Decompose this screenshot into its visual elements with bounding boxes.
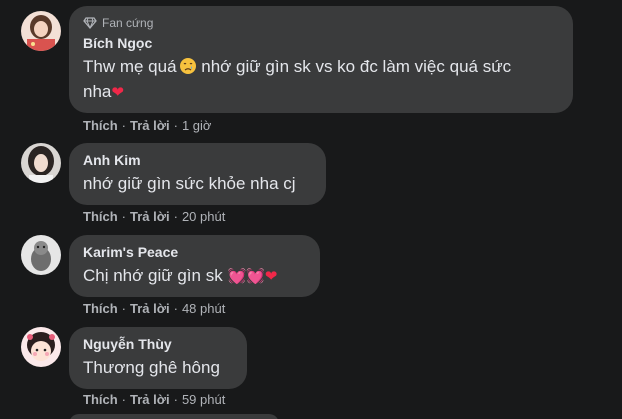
like-button[interactable]: Thích: [83, 209, 118, 224]
separator: ·: [121, 301, 127, 316]
separator: ·: [173, 209, 178, 224]
badge-label: Fan cứng: [102, 16, 154, 30]
reply-button[interactable]: Trả lời: [130, 301, 170, 316]
separator: ·: [121, 118, 127, 133]
timestamp[interactable]: 48 phút: [182, 301, 225, 316]
comment-text: Thw mẹ quá nhớ giữ gìn sk vs ko đc làm v…: [83, 57, 512, 101]
separator: ·: [121, 392, 127, 407]
hearts-emoji: 💓💓❤: [227, 268, 278, 285]
comments-panel: Fan cứng Bích Ngọc Thw mẹ quá nhớ giữ gì…: [0, 0, 622, 419]
comment-bubble: Anh Kim nhớ giữ gìn sức khỏe nha cj: [69, 143, 326, 205]
timestamp[interactable]: 20 phút: [182, 209, 225, 224]
like-button[interactable]: Thích: [83, 392, 118, 407]
separator: ·: [173, 392, 178, 407]
comment-author[interactable]: Bích Ngọc: [83, 34, 559, 52]
reply-button[interactable]: Trả lời: [130, 209, 170, 224]
timestamp[interactable]: 1 giờ: [182, 118, 212, 133]
separator: ·: [173, 301, 178, 316]
comment-bubble: Karim's Peace Chị nhớ giữ gìn sk 💓💓❤: [69, 235, 320, 297]
reply-button[interactable]: Trả lời: [130, 118, 170, 133]
comment-text: nhớ giữ gìn sức khỏe nha cj: [83, 174, 296, 193]
like-button[interactable]: Thích: [83, 118, 118, 133]
comment-actions: Thích · Trả lời · 59 phút: [83, 392, 225, 407]
next-comment-bubble: [69, 414, 279, 419]
comment-actions: Thích · Trả lời · 1 giờ: [83, 118, 211, 133]
comment-author[interactable]: Anh Kim: [83, 151, 312, 169]
avatar[interactable]: [21, 11, 61, 51]
comment-text: Thương ghê hông: [83, 358, 220, 377]
diamond-icon: [83, 17, 97, 29]
comment-author[interactable]: Karim's Peace: [83, 243, 306, 261]
comment-bubble: Fan cứng Bích Ngọc Thw mẹ quá nhớ giữ gì…: [69, 6, 573, 113]
avatar[interactable]: [21, 143, 61, 183]
separator: ·: [121, 209, 127, 224]
separator: ·: [173, 118, 178, 133]
timestamp[interactable]: 59 phút: [182, 392, 225, 407]
fan-badge[interactable]: Fan cứng: [83, 15, 559, 31]
crying-face-emoji: [179, 58, 196, 74]
comment-actions: Thích · Trả lời · 48 phút: [83, 301, 225, 316]
avatar[interactable]: [21, 327, 61, 367]
comment-bubble: Nguyễn Thùy Thương ghê hông: [69, 327, 247, 389]
comment-text: Chị nhớ giữ gìn sk 💓💓❤: [83, 266, 278, 285]
reply-button[interactable]: Trả lời: [130, 392, 170, 407]
comment-author[interactable]: Nguyễn Thùy: [83, 335, 233, 353]
heart-emoji: ❤: [111, 84, 124, 101]
comment-actions: Thích · Trả lời · 20 phút: [83, 209, 225, 224]
avatar[interactable]: [21, 235, 61, 275]
like-button[interactable]: Thích: [83, 301, 118, 316]
